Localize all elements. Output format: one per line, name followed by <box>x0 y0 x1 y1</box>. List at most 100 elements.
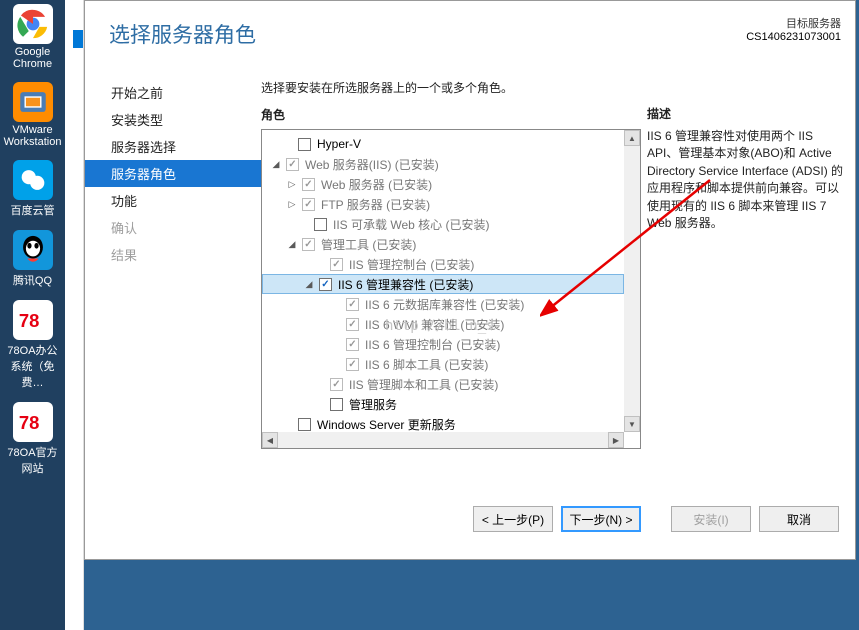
target-server-block: 目标服务器 CS1406231073001 <box>746 15 841 43</box>
desktop-icon-label: 78OA办公系统（免费… <box>2 342 63 390</box>
wizard-nav-step[interactable]: 安装类型 <box>85 106 261 133</box>
tree-node[interactable]: Windows Server 更新服务 <box>262 414 624 432</box>
wizard-nav-step[interactable]: 服务器角色 <box>85 160 261 187</box>
tree-node[interactable]: IIS 管理脚本和工具 (已安装) <box>262 374 624 394</box>
checkbox[interactable] <box>302 178 315 191</box>
tree-node[interactable]: ◢ IIS 6 管理兼容性 (已安装) <box>262 274 624 294</box>
tree-node[interactable]: IIS 管理控制台 (已安装) <box>262 254 624 274</box>
vertical-scrollbar[interactable]: ▲ ▼ <box>624 130 640 432</box>
background-window-edge <box>65 0 84 630</box>
description-heading: 描述 <box>647 105 845 122</box>
tree-node-label: IIS 6 脚本工具 (已安装) <box>365 356 488 373</box>
tree-node-label: IIS 6 元数据库兼容性 (已安装) <box>365 296 524 313</box>
desktop-icon-label: 百度云管 <box>11 202 55 218</box>
desktop-icon[interactable]: VMware Workstation <box>0 78 65 152</box>
desktop-icon-label: 78OA官方网站 <box>2 444 63 476</box>
wizard-footer: < 上一步(P) 下一步(N) > 安装(I) 取消 <box>85 489 855 549</box>
tree-node-label: IIS 6 WMI 兼容性 (已安装) <box>365 316 504 333</box>
tree-node-label: IIS 6 管理控制台 (已安装) <box>365 336 500 353</box>
svg-text:78: 78 <box>18 412 38 433</box>
tree-node-label: IIS 6 管理兼容性 (已安装) <box>338 276 473 293</box>
checkbox[interactable] <box>330 378 343 391</box>
checkbox[interactable] <box>346 318 359 331</box>
desktop-icon-column: Google Chrome VMware Workstation 百度云管腾讯QQ 7… <box>0 0 65 630</box>
checkbox[interactable] <box>346 338 359 351</box>
wizard-nav-step[interactable]: 功能 <box>85 187 261 214</box>
tree-node-label: Web 服务器 (已安装) <box>321 176 432 193</box>
tree-node-label: IIS 管理控制台 (已安装) <box>349 256 474 273</box>
cancel-button[interactable]: 取消 <box>759 506 839 532</box>
tree-node[interactable]: Hyper-V <box>262 134 624 154</box>
desktop-icon-label: VMware Workstation <box>2 124 63 148</box>
desktop-icon[interactable]: 78 78OA官方网站 <box>0 398 65 480</box>
tree-node[interactable]: ◢管理工具 (已安装) <box>262 234 624 254</box>
desktop-icon[interactable]: 百度云管 <box>0 156 65 222</box>
checkbox[interactable] <box>298 418 311 431</box>
checkbox[interactable] <box>346 298 359 311</box>
next-button[interactable]: 下一步(N) > <box>561 506 641 532</box>
target-server-label: 目标服务器 <box>746 15 841 31</box>
tree-node[interactable]: IIS 6 管理控制台 (已安装) <box>262 334 624 354</box>
expand-toggle-icon[interactable]: ◢ <box>303 279 315 290</box>
app-icon <box>13 160 53 200</box>
install-button[interactable]: 安装(I) <box>671 506 751 532</box>
expand-toggle-icon[interactable]: ◢ <box>286 239 298 250</box>
checkbox[interactable] <box>302 198 315 211</box>
checkbox[interactable] <box>330 398 343 411</box>
app-icon <box>13 4 53 44</box>
tree-node[interactable]: IIS 6 元数据库兼容性 (已安装) <box>262 294 624 314</box>
scroll-left-button[interactable]: ◀ <box>262 432 278 448</box>
svg-text:78: 78 <box>18 310 38 331</box>
app-icon: 78 <box>13 300 53 340</box>
scroll-down-button[interactable]: ▼ <box>624 416 640 432</box>
tree-node-label: FTP 服务器 (已安装) <box>321 196 430 213</box>
checkbox[interactable] <box>330 258 343 271</box>
background-window-accent <box>73 30 83 48</box>
prev-button[interactable]: < 上一步(P) <box>473 506 553 532</box>
intro-text: 选择要安装在所选服务器上的一个或多个角色。 <box>261 79 641 96</box>
tree-node-label: Windows Server 更新服务 <box>317 416 456 433</box>
desktop-icon[interactable]: 腾讯QQ <box>0 226 65 292</box>
wizard-nav-step[interactable]: 开始之前 <box>85 79 261 106</box>
expand-toggle-icon[interactable]: ▷ <box>286 179 298 190</box>
scroll-right-button[interactable]: ▶ <box>608 432 624 448</box>
tree-node[interactable]: 管理服务 <box>262 394 624 414</box>
expand-toggle-icon[interactable]: ◢ <box>270 159 282 170</box>
checkbox[interactable] <box>346 358 359 371</box>
tree-node[interactable]: ▷ Web 服务器 (已安装) <box>262 174 624 194</box>
tree-node-label: IIS 管理脚本和工具 (已安装) <box>349 376 498 393</box>
checkbox[interactable] <box>298 138 311 151</box>
desktop-icon[interactable]: Google Chrome <box>0 0 65 74</box>
horizontal-scrollbar[interactable]: ◀ ▶ <box>262 432 624 448</box>
roles-heading: 角色 <box>261 106 641 123</box>
desktop-icon-label: 腾讯QQ <box>13 272 52 288</box>
checkbox[interactable] <box>314 218 327 231</box>
tree-node-label: Web 服务器(IIS) (已安装) <box>305 156 439 173</box>
tree-node[interactable]: IIS 6 WMI 兼容性 (已安装) <box>262 314 624 334</box>
desktop-icon-label: Google Chrome <box>2 46 63 70</box>
wizard-nav-step: 结果 <box>85 241 261 268</box>
description-body: IIS 6 管理兼容性对使用两个 IIS API、管理基本对象(ABO)和 Ac… <box>647 128 845 232</box>
checkbox[interactable] <box>302 238 315 251</box>
scroll-up-button[interactable]: ▲ <box>624 130 640 146</box>
tree-node-label: Hyper-V <box>317 137 361 151</box>
checkbox[interactable] <box>319 278 332 291</box>
tree-node[interactable]: IIS 可承载 Web 核心 (已安装) <box>262 214 624 234</box>
tree-node[interactable]: ◢ Web 服务器(IIS) (已安装) <box>262 154 624 174</box>
page-title: 选择服务器角色 <box>109 19 746 49</box>
roles-tree: Hyper-V ◢ Web 服务器(IIS) (已安装) ▷ Web 服务器 (已安装)… <box>261 129 641 449</box>
app-icon <box>13 82 53 122</box>
expand-toggle-icon[interactable]: ▷ <box>286 199 298 210</box>
tree-node[interactable]: IIS 6 脚本工具 (已安装) <box>262 354 624 374</box>
app-icon <box>13 230 53 270</box>
tree-node-label: 管理服务 <box>349 396 397 413</box>
target-server-value: CS1406231073001 <box>746 31 841 43</box>
wizard-nav-step[interactable]: 服务器选择 <box>85 133 261 160</box>
add-roles-wizard: 选择服务器角色 目标服务器 CS1406231073001 开始之前安装类型服务… <box>84 0 856 560</box>
checkbox[interactable] <box>286 158 299 171</box>
app-icon: 78 <box>13 402 53 442</box>
tree-node[interactable]: ▷ FTP 服务器 (已安装) <box>262 194 624 214</box>
tree-node-label: IIS 可承载 Web 核心 (已安装) <box>333 216 489 233</box>
desktop-icon[interactable]: 78 78OA办公系统（免费… <box>0 296 65 394</box>
wizard-nav: 开始之前安装类型服务器选择服务器角色功能确认结果 <box>85 71 261 489</box>
